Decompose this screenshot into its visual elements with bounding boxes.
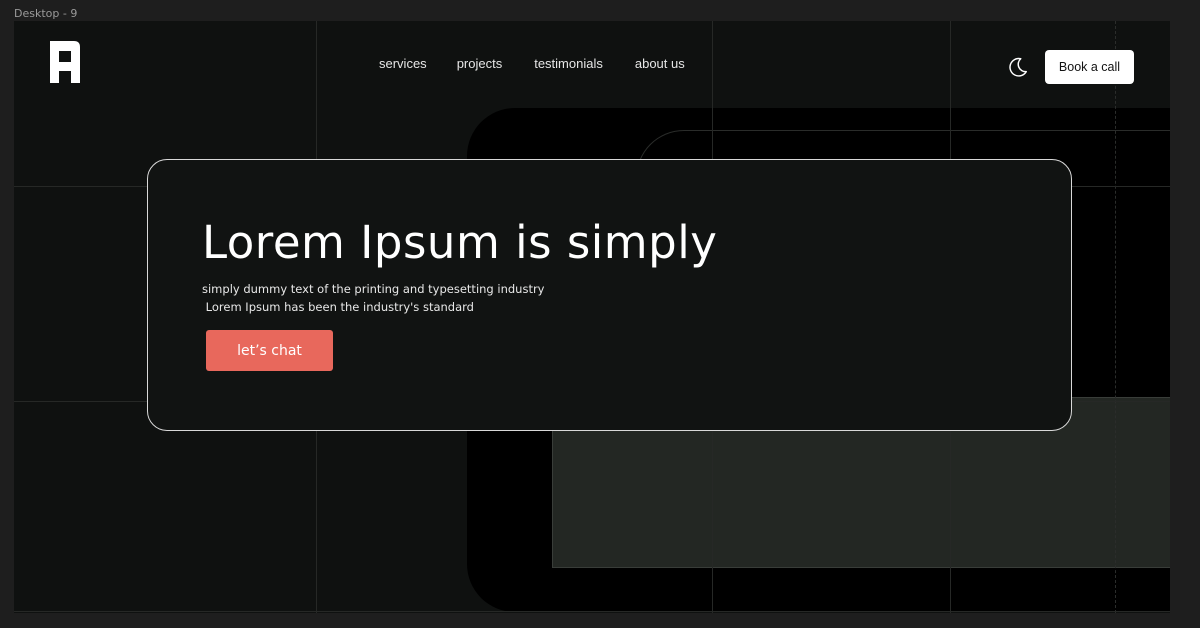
main-nav: services projects testimonials about us [379,56,715,71]
hero-card: Lorem Ipsum is simply simply dummy text … [147,159,1072,431]
design-canvas: Desktop - 9 services projects testimonia… [0,0,1200,628]
grid-guide [14,611,1170,612]
book-a-call-button[interactable]: Book a call [1045,50,1134,84]
hero-subtitle: simply dummy text of the printing and ty… [202,282,545,314]
lets-chat-button[interactable]: let’s chat [206,330,333,371]
nav-testimonials[interactable]: testimonials [534,56,603,71]
nav-about-us[interactable]: about us [635,56,685,71]
desktop-frame: services projects testimonials about us … [14,21,1170,613]
nav-projects[interactable]: projects [457,56,503,71]
brand-logo-icon[interactable] [50,41,80,83]
nav-services[interactable]: services [379,56,427,71]
moon-icon[interactable] [1007,56,1029,78]
grid-guide [1115,21,1116,613]
hero-title: Lorem Ipsum is simply [202,216,718,269]
frame-label[interactable]: Desktop - 9 [14,7,77,20]
